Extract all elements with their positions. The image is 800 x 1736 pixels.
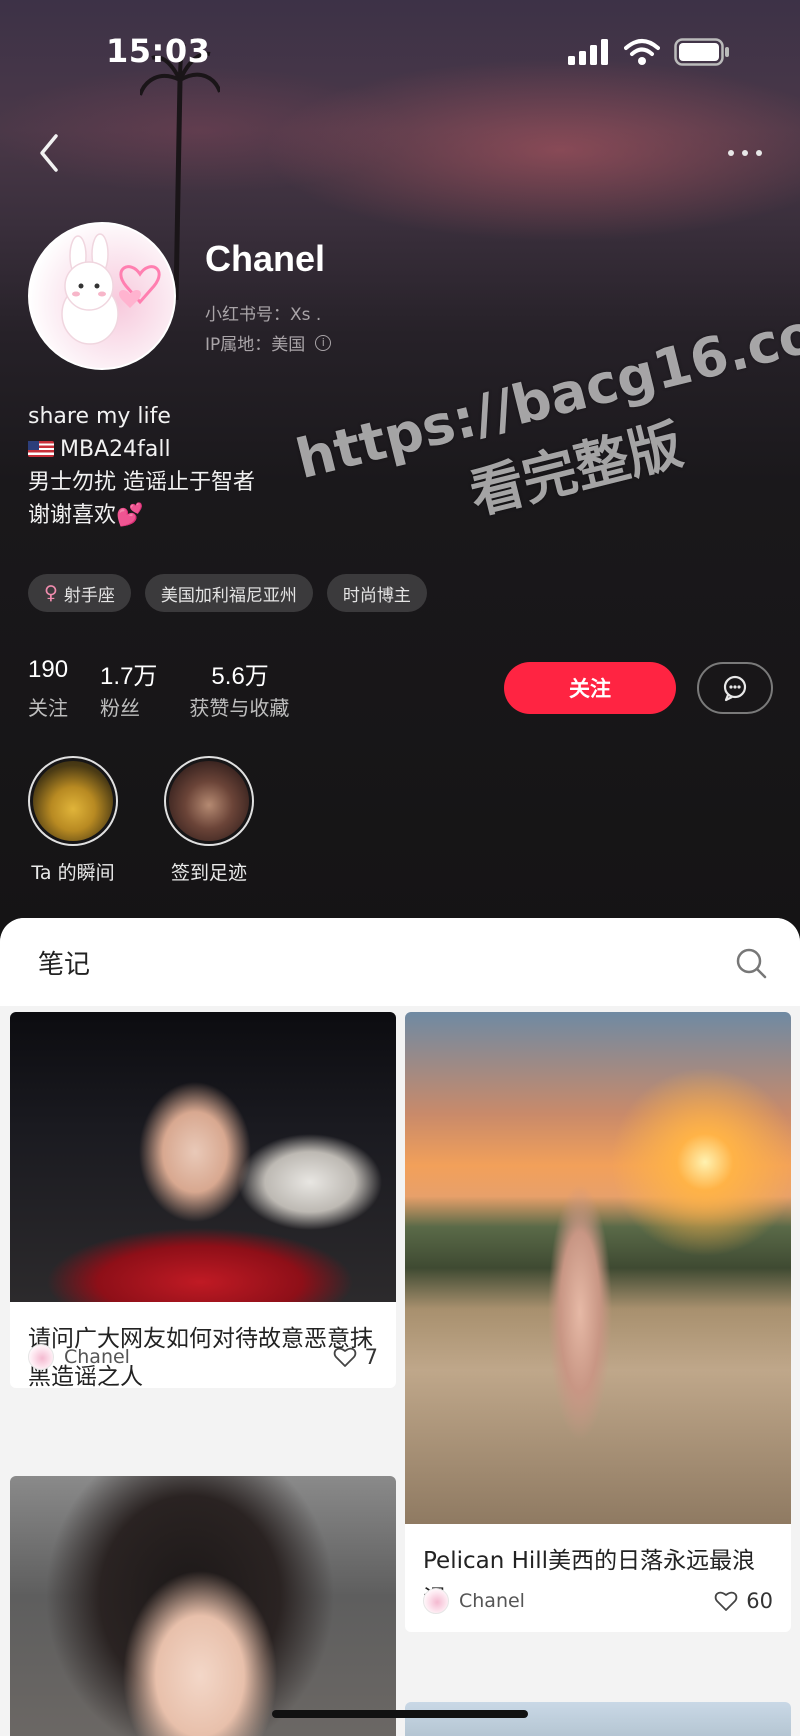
bunny-avatar-illustration [61, 233, 161, 345]
stat-likes-collects[interactable]: 5.6万 获赞与收藏 [189, 656, 289, 721]
note-card[interactable]: 请问广大网友如何对待故意恶意抹黑造谣之人 Chanel 7 [10, 1012, 396, 1388]
stat-label: 关注 [28, 696, 68, 720]
stat-following[interactable]: 190 关注 [28, 656, 68, 721]
ip-location-text: IP属地：美国 [205, 335, 306, 355]
like-button[interactable]: 7 [333, 1345, 378, 1369]
info-icon[interactable]: i [315, 334, 332, 351]
female-icon: ♀ [44, 582, 58, 604]
dot-icon [728, 150, 734, 156]
author-avatar [28, 1344, 54, 1370]
wifi-icon [624, 39, 660, 65]
notes-header: 笔记 [0, 918, 800, 1006]
stat-followers[interactable]: 1.7万 粉丝 [100, 656, 157, 721]
heart-icon [333, 1347, 356, 1367]
note-footer: Chanel 7 [28, 1342, 378, 1372]
dot-icon [756, 150, 762, 156]
bio-line: MBA24fall [28, 433, 255, 466]
note-card[interactable] [10, 1476, 396, 1736]
like-count: 7 [364, 1345, 378, 1369]
bio: share my life MBA24fall 男士勿扰 造谣止于智者 谢谢喜欢… [28, 400, 255, 532]
message-button[interactable] [697, 662, 773, 714]
ip-location: IP属地：美国 i [205, 330, 332, 355]
note-card[interactable]: Pelican Hill美西的日落永远最浪漫 Chanel 60 [405, 1012, 791, 1632]
highlight-thumbnail [164, 756, 254, 846]
stat-number: 5.6万 [211, 663, 269, 690]
bio-line: 谢谢喜欢💕 [28, 499, 255, 532]
highlight-label: 签到足迹 [170, 862, 247, 884]
note-cover-image [10, 1476, 396, 1736]
highlights: Ta 的瞬间 签到足迹 [28, 756, 254, 885]
search-icon[interactable] [734, 946, 768, 980]
highlight-thumbnail [28, 756, 118, 846]
status-icons [568, 38, 730, 66]
notes-panel: 笔记 请问广大网友如何对待故意恶意抹黑造谣之人 Chanel 7 Pelican… [0, 918, 800, 1736]
bio-line: 男士勿扰 造谣止于智者 [28, 470, 255, 495]
stat-label: 粉丝 [100, 696, 141, 720]
back-icon[interactable] [30, 128, 70, 178]
note-cover-image [10, 1012, 396, 1302]
avatar[interactable] [28, 222, 176, 370]
note-author[interactable]: Chanel [423, 1588, 525, 1614]
author-name: Chanel [459, 1590, 525, 1612]
chat-bubble-icon [723, 675, 747, 702]
highlight-moments[interactable]: Ta 的瞬间 [28, 756, 118, 885]
note-cover-image [405, 1012, 791, 1524]
note-cover-image [405, 1702, 791, 1736]
tag-label: 美国加利福尼亚州 [160, 585, 297, 606]
stat-label: 获赞与收藏 [189, 696, 290, 720]
bio-line-text: MBA24fall [60, 437, 171, 462]
highlight-checkins[interactable]: 签到足迹 [164, 756, 254, 885]
profile-tags: ♀ 射手座 美国加利福尼亚州 时尚博主 [28, 574, 427, 612]
more-options-button[interactable] [720, 138, 770, 168]
tag-category[interactable]: 时尚博主 [326, 574, 427, 612]
profile-name: Chanel [205, 238, 326, 279]
bio-line: share my life [28, 404, 171, 429]
bio-line-text: 谢谢喜欢 [28, 503, 117, 528]
dot-icon [742, 150, 748, 156]
tab-notes[interactable]: 笔记 [38, 944, 90, 981]
home-indicator[interactable] [272, 1710, 528, 1718]
us-flag-icon [28, 441, 54, 457]
heart-emoji: 💕 [116, 503, 144, 528]
status-time: 15:03 [106, 32, 211, 70]
profile-id: 小红书号：Xs . [205, 305, 322, 325]
author-name: Chanel [64, 1346, 130, 1368]
stat-number: 190 [28, 656, 69, 683]
follow-button[interactable]: 关注 [504, 662, 676, 714]
author-avatar [423, 1588, 449, 1614]
stat-number: 1.7万 [100, 663, 158, 690]
note-card[interactable] [405, 1702, 791, 1736]
like-count: 60 [746, 1589, 773, 1613]
tag-label: 时尚博主 [342, 585, 411, 606]
battery-icon [674, 38, 729, 66]
signal-icon [568, 39, 608, 65]
like-button[interactable]: 60 [714, 1589, 773, 1613]
note-footer: Chanel 60 [423, 1586, 773, 1616]
note-author[interactable]: Chanel [28, 1344, 130, 1370]
highlight-label: Ta 的瞬间 [31, 862, 115, 884]
tag-location[interactable]: 美国加利福尼亚州 [144, 574, 313, 612]
tag-label: 射手座 [63, 585, 115, 606]
tag-zodiac[interactable]: ♀ 射手座 [28, 574, 131, 612]
heart-icon [714, 1591, 738, 1611]
profile-stats: 190 关注 1.7万 粉丝 5.6万 获赞与收藏 [28, 656, 321, 721]
